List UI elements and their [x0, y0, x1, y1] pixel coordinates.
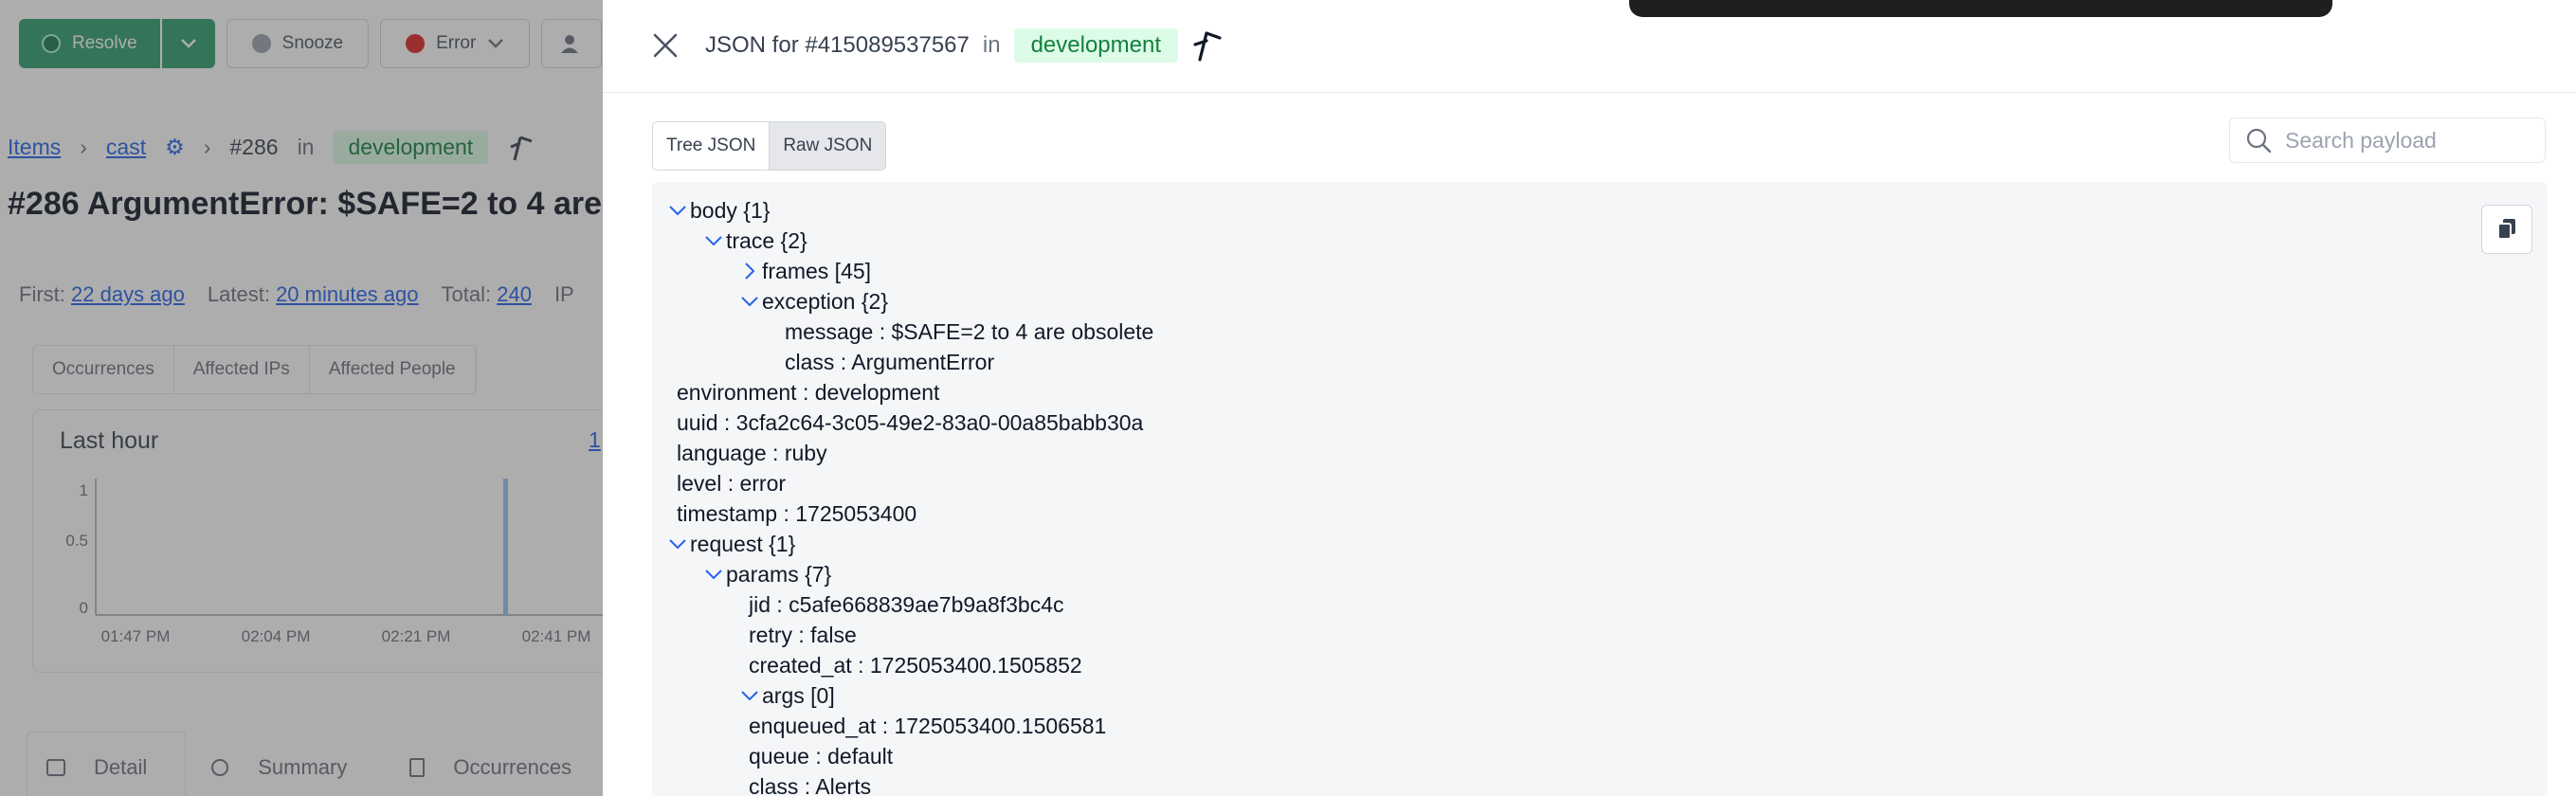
json-tree-row: retry : false — [749, 620, 857, 650]
json-tree-label: message : $SAFE=2 to 4 are obsolete — [785, 318, 1154, 344]
json-tree-label: jid : c5afe668839ae7b9a8f3bc4c — [749, 591, 1064, 617]
json-tree-label: args [0] — [762, 682, 835, 708]
copy-button[interactable] — [2481, 205, 2532, 254]
tab-raw-json[interactable]: Raw JSON — [769, 122, 886, 170]
json-tree-label: created_at : 1725053400.1505852 — [749, 652, 1082, 678]
json-tree-label: language : ruby — [677, 440, 827, 465]
json-tree-label: level : error — [677, 470, 787, 496]
json-tree-row[interactable]: trace {2} — [701, 226, 807, 256]
copy-icon — [2497, 219, 2515, 240]
drawer-header: JSON for #415089537567 in development — [603, 0, 2576, 93]
drawer-title-text: JSON for #415089537567 — [705, 32, 970, 58]
drawer-title-in: in — [982, 32, 1001, 58]
chevron-down-icon[interactable] — [701, 228, 726, 253]
json-tree-row[interactable]: frames [45] — [737, 256, 871, 286]
modal-backdrop[interactable] — [0, 0, 603, 796]
json-tree-row: uuid : 3cfa2c64-3c05-49e2-83a0-00a85babb… — [677, 407, 1143, 438]
json-tree-row: level : error — [677, 468, 786, 498]
json-tree-row[interactable]: body {1} — [665, 195, 770, 226]
chevron-down-icon[interactable] — [737, 683, 762, 708]
json-drawer: JSON for #415089537567 in development Tr… — [603, 0, 2576, 796]
tab-tree-json[interactable]: Tree JSON — [653, 122, 770, 170]
json-tree-label: class : Alerts — [749, 773, 872, 796]
json-tree-row: jid : c5afe668839ae7b9a8f3bc4c — [749, 589, 1064, 620]
drawer-title: JSON for #415089537567 in development — [705, 28, 1224, 63]
json-tree-row[interactable]: args [0] — [737, 680, 835, 711]
json-tree-label: exception {2} — [762, 288, 889, 314]
json-tree-row[interactable]: request {1} — [665, 529, 795, 559]
json-tree-container: body {1} trace {2} frames [45] exception {2… — [652, 182, 2548, 796]
json-tree-row: queue : default — [749, 741, 893, 771]
json-tree-label: trace {2} — [726, 227, 807, 253]
search-payload-input[interactable] — [2285, 127, 2531, 154]
json-tree-label: frames [45] — [762, 258, 872, 283]
json-tree-label: request {1} — [690, 531, 796, 556]
json-tree-label: enqueued_at : 1725053400.1506581 — [749, 713, 1107, 738]
json-tree-label: params {7} — [726, 561, 832, 587]
environment-badge: development — [1013, 28, 1178, 63]
json-tree-row[interactable]: exception {2} — [737, 286, 888, 317]
search-icon — [2246, 128, 2272, 154]
json-tree-label: queue : default — [749, 743, 894, 769]
chevron-down-icon[interactable] — [701, 562, 726, 587]
chevron-down-icon[interactable] — [737, 289, 762, 314]
chevron-down-icon[interactable] — [665, 198, 690, 223]
chevron-down-icon[interactable] — [665, 532, 690, 556]
json-tree-row: language : ruby — [677, 438, 827, 468]
json-tree-row: created_at : 1725053400.1505852 — [749, 650, 1082, 680]
json-tree-label: uuid : 3cfa2c64-3c05-49e2-83a0-00a85babb… — [677, 409, 1144, 435]
json-tree-row: class : ArgumentError — [785, 347, 994, 377]
chevron-right-icon[interactable] — [737, 259, 762, 283]
framework-logo-icon — [1193, 31, 1222, 62]
json-tree-row[interactable]: params {7} — [701, 559, 831, 589]
json-tree-row: class : Alerts — [749, 771, 871, 796]
json-tree-label: environment : development — [677, 379, 940, 405]
json-tree-label: timestamp : 1725053400 — [677, 500, 917, 526]
json-view-toggle: Tree JSON Raw JSON — [652, 121, 887, 171]
close-icon — [653, 33, 678, 58]
close-button[interactable] — [648, 28, 682, 63]
json-tree-label: class : ArgumentError — [785, 349, 995, 374]
json-tree-row: timestamp : 1725053400 — [677, 498, 916, 529]
notification-toast — [1629, 0, 2332, 17]
json-tree-row: message : $SAFE=2 to 4 are obsolete — [785, 317, 1153, 347]
search-box — [2229, 118, 2546, 163]
json-tree-label: retry : false — [749, 622, 857, 647]
json-tree-row: enqueued_at : 1725053400.1506581 — [749, 711, 1106, 741]
json-tree-label: body {1} — [690, 197, 771, 223]
json-tree-row: environment : development — [677, 377, 939, 407]
